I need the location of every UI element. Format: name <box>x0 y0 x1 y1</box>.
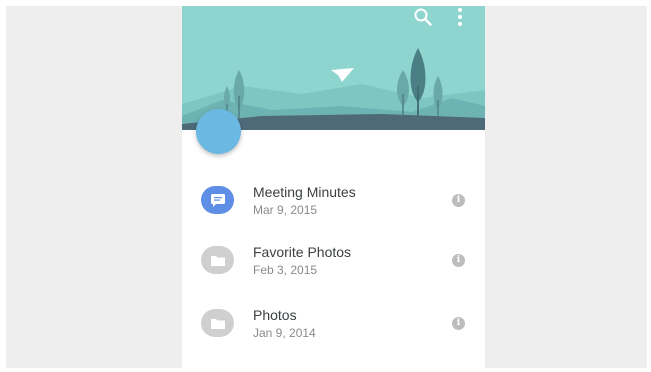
folder-icon <box>201 309 234 337</box>
file-list: Meeting Minutes Mar 9, 2015 i Favorite P… <box>182 171 485 354</box>
phone-screen: Meeting Minutes Mar 9, 2015 i Favorite P… <box>182 6 485 368</box>
folder-icon <box>201 246 234 274</box>
search-icon[interactable] <box>409 6 437 28</box>
more-vert-icon[interactable] <box>446 6 474 28</box>
profile-fab[interactable] <box>196 109 241 154</box>
info-icon[interactable]: i <box>452 194 465 207</box>
file-title: Favorite Photos <box>253 244 352 260</box>
list-item[interactable]: Meeting Minutes Mar 9, 2015 i <box>182 171 485 231</box>
file-title: Photos <box>253 307 297 323</box>
app-background: Meeting Minutes Mar 9, 2015 i Favorite P… <box>6 6 647 368</box>
info-icon[interactable]: i <box>452 317 465 330</box>
info-icon[interactable]: i <box>452 254 465 267</box>
file-date: Jan 9, 2014 <box>253 326 316 340</box>
message-icon <box>201 186 234 214</box>
file-date: Mar 9, 2015 <box>253 203 318 217</box>
file-title: Meeting Minutes <box>253 184 356 200</box>
list-item[interactable]: Favorite Photos Feb 3, 2015 i <box>182 231 485 291</box>
list-item[interactable]: Photos Jan 9, 2014 i <box>182 291 485 354</box>
file-date: Feb 3, 2015 <box>253 263 318 277</box>
